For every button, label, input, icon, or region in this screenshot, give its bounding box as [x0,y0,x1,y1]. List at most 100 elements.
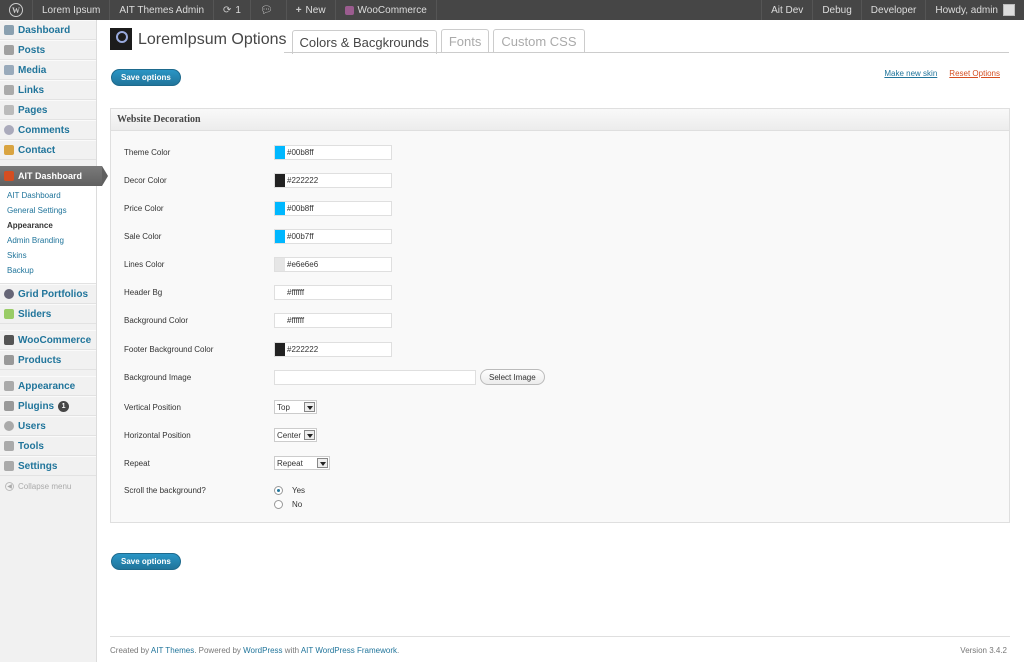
plus-icon: + [295,4,302,16]
color-swatch[interactable] [275,201,285,215]
lines-color-input[interactable]: #e6e6e6 [274,256,392,272]
sale-color-input[interactable]: #00b7ff [274,228,392,244]
collapse-menu-button[interactable]: ◀ Collapse menu [0,476,96,491]
theme-color-input[interactable]: #00b8ff [274,144,392,160]
submenu-appearance[interactable]: Appearance [0,219,96,234]
color-swatch[interactable] [275,229,285,243]
main-content: LoremIpsum Options Colors & Bacgkrounds … [97,20,1024,662]
tools-icon [4,441,14,451]
sidebar-item-contact[interactable]: Contact [0,140,96,160]
website-decoration-panel: Website Decoration Theme Color #00b8ff D… [110,108,1010,523]
ait-themes-link[interactable]: AIT Themes [151,646,194,655]
scroll-background-row: Scroll the background? [124,485,206,495]
save-options-button-top[interactable]: Save options [111,69,181,86]
woocommerce-icon [4,335,14,345]
submenu-ait-dashboard[interactable]: AIT Dashboard [0,189,96,204]
footer-bg-color-input[interactable]: #222222 [274,341,392,357]
theme-color-row: Theme Color #00b8ff [124,144,624,160]
repeat-select[interactable]: Repeat [274,456,330,470]
sidebar-item-grid-portfolios[interactable]: Grid Portfolios [0,284,96,304]
sidebar-item-links[interactable]: Links [0,80,96,100]
ait-framework-link[interactable]: AIT WordPress Framework [301,646,397,655]
vertical-position-row: Vertical Position Top [124,399,624,415]
comments-link[interactable]: 💬︎ [251,0,287,20]
woocommerce-link[interactable]: WooCommerce [336,0,437,20]
new-label: New [305,4,326,16]
save-options-button-bottom[interactable]: Save options [111,553,181,570]
price-color-input[interactable]: #00b8ff [274,200,392,216]
ait-admin-link[interactable]: AIT Themes Admin [110,0,215,20]
updates-link[interactable]: ⟳ 1 [214,0,251,20]
sidebar-item-posts[interactable]: Posts [0,40,96,60]
users-icon [4,421,14,431]
scroll-no-radio[interactable] [274,500,283,509]
color-swatch[interactable] [275,342,285,356]
sidebar-item-sliders[interactable]: Sliders [0,304,96,324]
page-title: LoremIpsum Options [138,31,287,48]
submenu-backup[interactable]: Backup [0,264,96,279]
submenu-general-settings[interactable]: General Settings [0,204,96,219]
ait-icon [4,171,14,181]
tab-colors-backgrounds[interactable]: Colors & Bacgkrounds [291,30,437,54]
price-color-row: Price Color #00b8ff [124,200,624,216]
sidebar-item-media[interactable]: Media [0,60,96,80]
tab-fonts[interactable]: Fonts [440,29,490,53]
scroll-yes-radio[interactable] [274,486,283,495]
link-icon [4,85,14,95]
cart-icon [4,355,14,365]
sidebar-item-comments[interactable]: Comments [0,120,96,140]
new-content-link[interactable]: + New [287,0,336,20]
color-swatch[interactable] [275,145,285,159]
sale-color-row: Sale Color #00b7ff [124,228,624,244]
avatar [1003,4,1015,16]
color-swatch[interactable] [275,257,285,271]
wordpress-logo-icon: W [9,3,23,17]
background-image-input[interactable] [274,369,476,385]
sidebar-item-tools[interactable]: Tools [0,436,96,456]
make-new-skin-link[interactable]: Make new skin [884,69,937,78]
scroll-yes-option[interactable]: Yes [274,486,305,495]
reset-options-link[interactable]: Reset Options [949,69,1000,78]
select-image-button[interactable]: Select Image [480,369,545,385]
my-account-link[interactable]: Howdy, admin [925,0,1024,20]
chevron-down-icon [304,402,315,412]
submenu-admin-branding[interactable]: Admin Branding [0,234,96,249]
sidebar-item-dashboard[interactable]: Dashboard [0,20,96,40]
header-bg-input[interactable]: #ffffff [274,284,392,300]
background-color-input[interactable]: #ffffff [274,312,392,328]
scroll-no-option[interactable]: No [274,500,302,509]
woocommerce-icon [344,5,354,15]
developer-link[interactable]: Developer [860,0,926,20]
refresh-icon: ⟳ [223,4,232,16]
horizontal-position-select[interactable]: Center [274,428,317,442]
decor-color-row: Decor Color #222222 [124,172,624,188]
sidebar-item-woocommerce[interactable]: WooCommerce [0,330,96,350]
color-swatch[interactable] [275,173,285,187]
vertical-position-select[interactable]: Top [274,400,317,414]
decor-color-input[interactable]: #222222 [274,172,392,188]
ait-dev-link[interactable]: Ait Dev [761,0,812,20]
admin-sidebar: Dashboard Posts Media Links Pages Commen… [0,20,108,662]
sidebar-item-plugins[interactable]: Plugins 1 [0,396,96,416]
sidebar-item-products[interactable]: Products [0,350,96,370]
collapse-arrow-icon: ◀ [5,482,14,491]
sidebar-item-ait-dashboard[interactable]: AIT Dashboard [0,166,108,186]
wordpress-link[interactable]: WordPress [243,646,282,655]
debug-link[interactable]: Debug [812,0,860,20]
chevron-down-icon [317,458,328,468]
tab-custom-css[interactable]: Custom CSS [493,29,585,53]
sidebar-item-users[interactable]: Users [0,416,96,436]
horizontal-position-row: Horizontal Position Center [124,427,624,443]
page-header: LoremIpsum Options Colors & Bacgkrounds … [110,28,589,54]
wp-logo-menu[interactable]: W [0,0,33,20]
background-image-row: Background Image Select Image [124,369,624,385]
sidebar-item-pages[interactable]: Pages [0,100,96,120]
color-swatch[interactable] [275,285,285,299]
sidebar-item-settings[interactable]: Settings [0,456,96,476]
submenu-skins[interactable]: Skins [0,249,96,264]
dashboard-icon [4,25,14,35]
color-swatch[interactable] [275,313,285,327]
site-name-link[interactable]: Lorem Ipsum [33,0,111,20]
settings-icon [4,461,14,471]
sidebar-item-appearance[interactable]: Appearance [0,376,96,396]
